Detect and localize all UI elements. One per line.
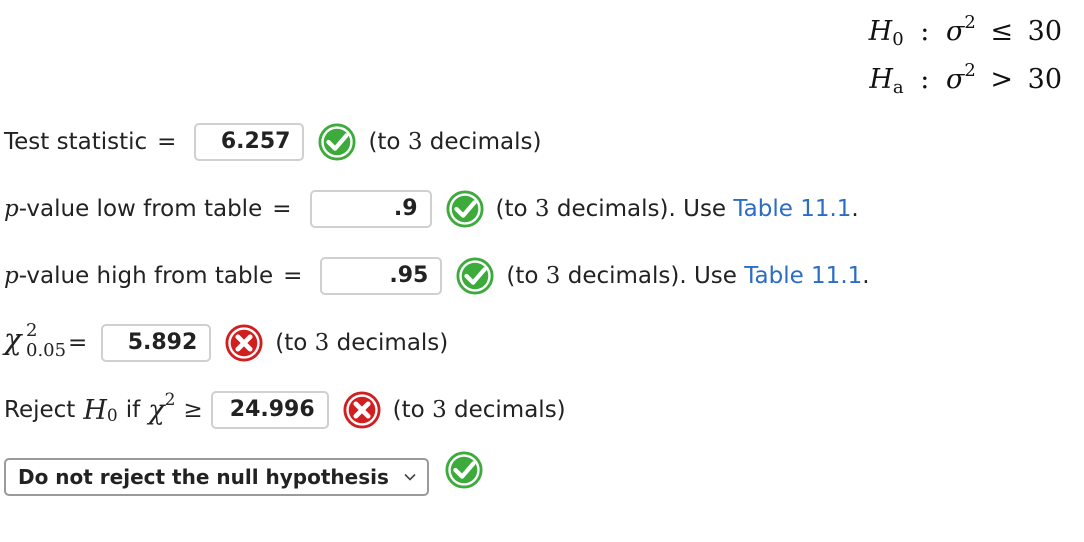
- decimals-note: (to 3 decimals). Use Table 11.1.: [495, 196, 859, 222]
- decimals-note: (to 3 decimals): [392, 397, 566, 423]
- chi-square-critical-row: χ 2 0.05 = 5.892 (to 3 decimals): [4, 320, 448, 366]
- incorrect-x-icon: [343, 391, 381, 429]
- chi-square-critical-input[interactable]: 5.892: [101, 324, 212, 362]
- incorrect-x-icon: [225, 324, 263, 362]
- p-value-low-label: -value low from table: [18, 196, 263, 222]
- hypothesis-null: H0 : σ2 ≤ 30: [868, 12, 1062, 50]
- table-11-1-link[interactable]: Table 11.1: [733, 196, 851, 222]
- conclusion-select[interactable]: Do not reject the null hypothesis: [4, 458, 429, 496]
- p-value-high-input[interactable]: .95: [320, 257, 443, 295]
- test-statistic-row: Test statistic = 6.257 (to 3 decimals): [4, 119, 541, 165]
- p-value-high-row: p -value high from table = .95 (to 3 deci…: [4, 253, 870, 299]
- p-value-low-row: p -value low from table = .9 (to 3 decima…: [4, 186, 859, 232]
- correct-check-icon: [456, 257, 494, 295]
- reject-rule-row: Reject H0 if χ2 ≥ 24.996 (to 3 decimals): [4, 387, 566, 433]
- decimals-note: (to 3 decimals): [368, 129, 542, 155]
- test-statistic-label: Test statistic: [4, 129, 148, 155]
- p-value-low-input[interactable]: .9: [309, 190, 432, 228]
- p-value-high-label: -value high from table: [18, 263, 274, 289]
- chevron-down-icon: [404, 473, 416, 481]
- correct-check-icon: [318, 123, 356, 161]
- hypothesis-alternative: Ha : σ2 > 30: [869, 60, 1062, 98]
- decimals-note: (to 3 decimals). Use Table 11.1.: [506, 263, 870, 289]
- chi-square-symbol: χ 2 0.05: [4, 320, 67, 361]
- reject-threshold-input[interactable]: 24.996: [210, 391, 329, 429]
- conclusion-row: Do not reject the null hypothesis: [4, 451, 489, 500]
- table-11-1-link[interactable]: Table 11.1: [744, 263, 862, 289]
- correct-check-icon: [445, 190, 484, 228]
- correct-check-icon: [445, 451, 483, 489]
- decimals-note: (to 3 decimals): [275, 330, 449, 356]
- test-statistic-input[interactable]: 6.257: [194, 123, 305, 161]
